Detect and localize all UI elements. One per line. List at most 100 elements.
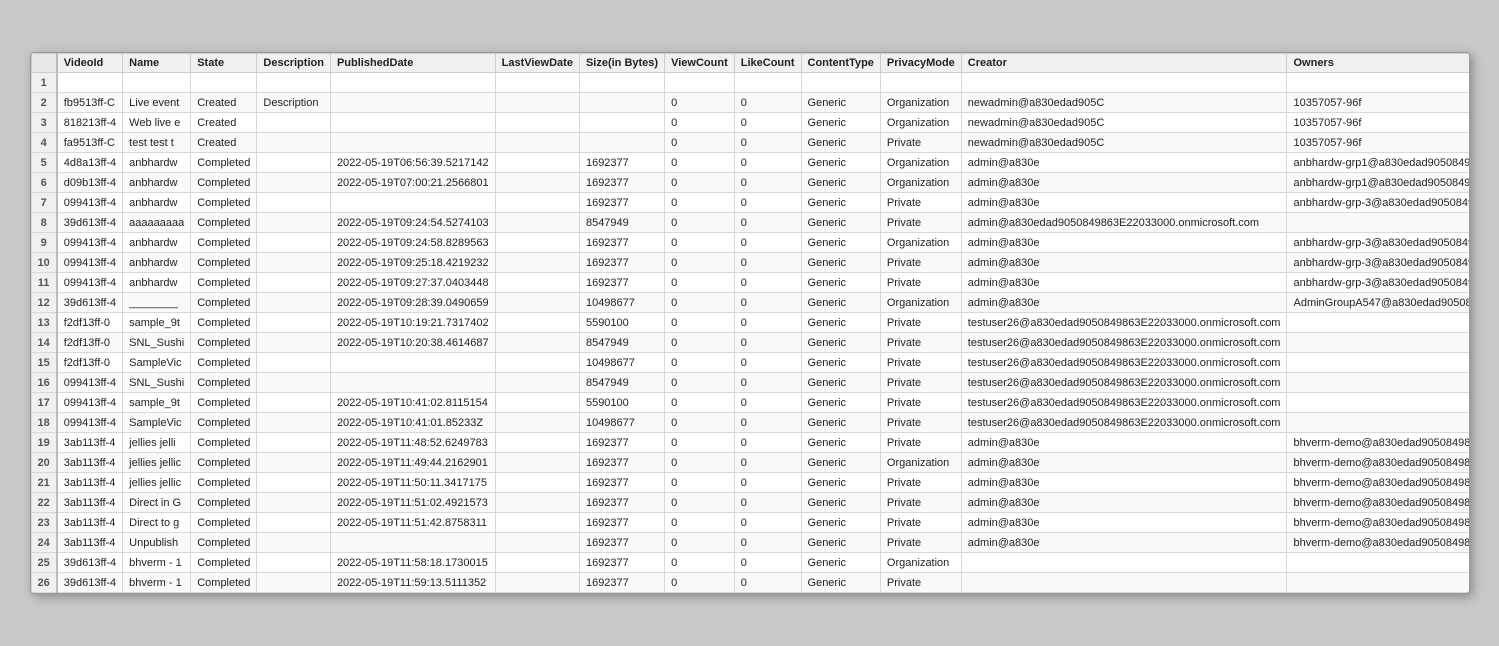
table-cell: 0	[665, 413, 735, 433]
table-cell: Generic	[801, 573, 880, 593]
table-cell: Generic	[801, 333, 880, 353]
table-cell: 0	[665, 133, 735, 153]
table-cell: Completed	[191, 233, 257, 253]
table-cell	[495, 513, 579, 533]
table-cell: 10	[31, 253, 57, 273]
table-cell: Private	[880, 313, 961, 333]
table-cell: 39d613ff-4	[57, 573, 123, 593]
table-row[interactable]: 3818213ff-4Web live eCreated00GenericOrg…	[31, 113, 1469, 133]
table-row[interactable]: 9099413ff-4anbhardwCompleted2022-05-19T0…	[31, 233, 1469, 253]
table-cell: 818213ff-4	[57, 113, 123, 133]
table-cell: 0	[665, 393, 735, 413]
table-cell	[495, 273, 579, 293]
table-cell: Completed	[191, 313, 257, 333]
table-cell	[495, 493, 579, 513]
table-cell: 10498677	[579, 413, 664, 433]
table-cell: Private	[880, 413, 961, 433]
table-cell	[495, 393, 579, 413]
table-cell: testuser26@a830edad9050849863E22033000.o…	[961, 413, 1287, 433]
table-cell	[330, 73, 495, 93]
table-cell: 0	[734, 293, 801, 313]
table-row[interactable]: 10099413ff-4anbhardwCompleted2022-05-19T…	[31, 253, 1469, 273]
table-row[interactable]: 203ab113ff-4jellies jellicCompleted2022-…	[31, 453, 1469, 473]
table-cell: admin@a830e	[961, 533, 1287, 553]
column-header-PublishedDate: PublishedDate	[330, 54, 495, 73]
table-cell	[330, 193, 495, 213]
table-row[interactable]: 54d8a13ff-4anbhardwCompleted2022-05-19T0…	[31, 153, 1469, 173]
table-row[interactable]: 1	[31, 73, 1469, 93]
table-row[interactable]: 2539d613ff-4bhverm - 1Completed2022-05-1…	[31, 553, 1469, 573]
table-cell: Created	[191, 133, 257, 153]
table-cell	[257, 273, 331, 293]
table-row[interactable]: 233ab113ff-4Direct to gCompleted2022-05-…	[31, 513, 1469, 533]
column-header-State: State	[191, 54, 257, 73]
table-cell: admin@a830edad9050849863E22033000.onmicr…	[961, 213, 1287, 233]
table-cell: 0	[734, 393, 801, 413]
table-cell	[495, 553, 579, 573]
table-cell: 8547949	[579, 333, 664, 353]
table-cell: 0	[734, 333, 801, 353]
table-cell: 099413ff-4	[57, 273, 123, 293]
table-cell: Generic	[801, 413, 880, 433]
table-cell: aaaaaaaaa	[123, 213, 191, 233]
table-cell: Generic	[801, 493, 880, 513]
table-row[interactable]: 15f2df13ff-0SampleVicCompleted1049867700…	[31, 353, 1469, 373]
table-cell: 39d613ff-4	[57, 293, 123, 313]
table-cell	[1287, 573, 1469, 593]
data-table: VideoIdNameStateDescriptionPublishedDate…	[31, 53, 1469, 593]
table-cell	[495, 73, 579, 93]
table-cell: 2022-05-19T10:41:02.8115154	[330, 393, 495, 413]
table-row[interactable]: 2639d613ff-4bhverm - 1Completed2022-05-1…	[31, 573, 1469, 593]
table-row[interactable]: 2fb9513ff-CLive eventCreatedDescription0…	[31, 93, 1469, 113]
table-cell: anbhardw-grp-3@a830edad9050849863E220330…	[1287, 193, 1469, 213]
table-cell: Completed	[191, 173, 257, 193]
table-cell	[257, 573, 331, 593]
table-cell: Organization	[880, 553, 961, 573]
table-cell	[330, 373, 495, 393]
table-cell: 10498677	[579, 293, 664, 313]
table-row[interactable]: 18099413ff-4SampleVicCompleted2022-05-19…	[31, 413, 1469, 433]
table-row[interactable]: 16099413ff-4SNL_SushiCompleted854794900G…	[31, 373, 1469, 393]
table-cell: bhverm - 1	[123, 573, 191, 593]
table-row[interactable]: 1239d613ff-4________Completed2022-05-19T…	[31, 293, 1469, 313]
table-row[interactable]: 839d613ff-4aaaaaaaaaCompleted2022-05-19T…	[31, 213, 1469, 233]
table-cell: 1692377	[579, 193, 664, 213]
table-cell	[123, 73, 191, 93]
table-cell: 24	[31, 533, 57, 553]
table-cell: Private	[880, 273, 961, 293]
table-cell: Private	[880, 193, 961, 213]
table-cell: fb9513ff-C	[57, 93, 123, 113]
table-row[interactable]: 11099413ff-4anbhardwCompleted2022-05-19T…	[31, 273, 1469, 293]
table-cell: bhverm-demo@a830edad9050849863E22033000.…	[1287, 433, 1469, 453]
table-cell: Generic	[801, 173, 880, 193]
table-row[interactable]: 6d09b13ff-4anbhardwCompleted2022-05-19T0…	[31, 173, 1469, 193]
table-row[interactable]: 7099413ff-4anbhardwCompleted169237700Gen…	[31, 193, 1469, 213]
table-cell: testuser26@a830edad9050849863E22033000.o…	[961, 373, 1287, 393]
table-cell	[257, 253, 331, 273]
table-cell	[330, 533, 495, 553]
table-cell: newadmin@a830edad905C	[961, 93, 1287, 113]
table-cell: Completed	[191, 413, 257, 433]
table-row[interactable]: 17099413ff-4sample_9tCompleted2022-05-19…	[31, 393, 1469, 413]
table-row[interactable]: 193ab113ff-4jellies jelliCompleted2022-0…	[31, 433, 1469, 453]
table-row[interactable]: 243ab113ff-4UnpublishCompleted169237700G…	[31, 533, 1469, 553]
table-cell: 099413ff-4	[57, 193, 123, 213]
table-cell: 16	[31, 373, 57, 393]
table-cell: 3ab113ff-4	[57, 513, 123, 533]
table-cell: 2022-05-19T09:25:18.4219232	[330, 253, 495, 273]
table-cell: admin@a830e	[961, 193, 1287, 213]
scroll-wrapper[interactable]: VideoIdNameStateDescriptionPublishedDate…	[31, 53, 1469, 593]
table-cell: 0	[665, 293, 735, 313]
table-row[interactable]: 213ab113ff-4jellies jellicCompleted2022-…	[31, 473, 1469, 493]
table-cell: Private	[880, 393, 961, 413]
table-cell	[1287, 353, 1469, 373]
table-cell: Completed	[191, 213, 257, 233]
table-row[interactable]: 4fa9513ff-Ctest test tCreated00GenericPr…	[31, 133, 1469, 153]
table-cell: Generic	[801, 93, 880, 113]
table-row[interactable]: 13f2df13ff-0sample_9tCompleted2022-05-19…	[31, 313, 1469, 333]
table-cell: Completed	[191, 293, 257, 313]
table-cell	[257, 453, 331, 473]
table-row[interactable]: 223ab113ff-4Direct in GCompleted2022-05-…	[31, 493, 1469, 513]
table-cell: Generic	[801, 293, 880, 313]
table-row[interactable]: 14f2df13ff-0SNL_SushiCompleted2022-05-19…	[31, 333, 1469, 353]
